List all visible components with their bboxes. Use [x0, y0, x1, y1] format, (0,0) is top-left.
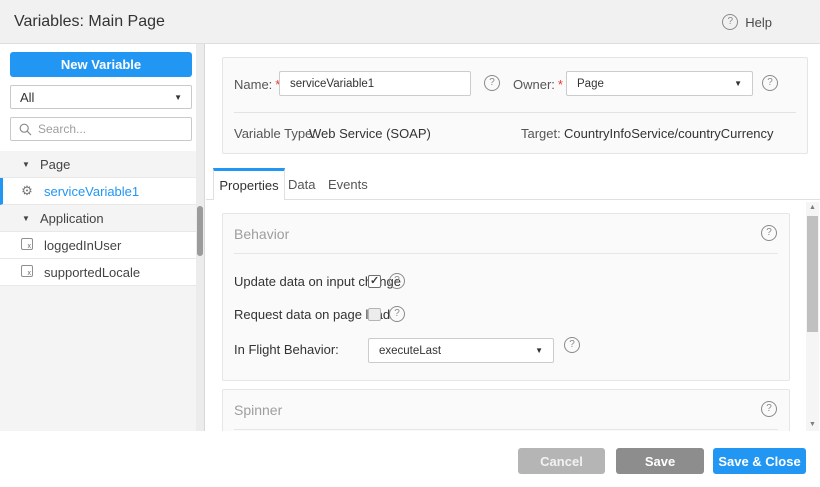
variable-type-value: Web Service (SOAP) — [309, 126, 431, 141]
variable-filter-value: All — [20, 90, 34, 105]
spinner-section-title: Spinner — [234, 402, 282, 418]
collapse-arrow-icon[interactable]: ▼ — [22, 214, 31, 223]
chevron-down-icon: ▼ — [174, 93, 182, 102]
tree-item-label: loggedInUser — [44, 238, 121, 253]
search-icon — [19, 123, 32, 136]
tree-item-label: serviceVariable1 — [44, 184, 139, 199]
properties-scroll-area: Behavior ? Update data on input change ?… — [206, 200, 820, 431]
tab-data[interactable]: Data — [288, 168, 315, 200]
target-value: CountryInfoService/countryCurrency — [564, 126, 774, 141]
required-asterisk: * — [558, 77, 563, 92]
content-scrollbar[interactable]: ▲ ▼ — [806, 202, 819, 431]
chevron-down-icon: ▼ — [734, 79, 742, 88]
dialog-header: Variables: Main Page ? Help — [0, 0, 820, 44]
scroll-down-arrow-icon[interactable]: ▼ — [806, 419, 819, 431]
static-variable-icon: x — [19, 238, 35, 253]
update-data-help-icon[interactable]: ? — [389, 273, 405, 289]
section-divider — [234, 429, 778, 430]
section-divider — [234, 253, 778, 254]
collapse-arrow-icon[interactable]: ▼ — [22, 160, 31, 169]
spinner-section: Spinner ? — [222, 389, 790, 431]
static-variable-icon: x — [19, 265, 35, 280]
in-flight-behavior-label: In Flight Behavior: — [234, 342, 339, 357]
sidebar-scrollbar-thumb[interactable] — [197, 206, 203, 256]
help-icon: ? — [722, 14, 738, 30]
variable-detail-panel: Name:* ? Owner:* Page ▼ ? Variable Type:… — [206, 44, 820, 431]
variables-dialog: Variables: Main Page ? Help New Variable… — [0, 0, 820, 487]
variable-type-label: Variable Type: — [234, 126, 316, 141]
web-service-gear-icon: ⚙ — [19, 184, 35, 199]
scroll-up-arrow-icon[interactable]: ▲ — [806, 202, 819, 214]
new-variable-button[interactable]: New Variable — [10, 52, 192, 77]
owner-help-icon[interactable]: ? — [762, 75, 778, 91]
save-and-close-button[interactable]: Save & Close — [713, 448, 806, 474]
name-label: Name:* — [234, 77, 280, 92]
variable-search[interactable] — [10, 117, 192, 141]
owner-select[interactable]: Page ▼ — [566, 71, 753, 96]
behavior-section-title: Behavior — [234, 226, 289, 242]
in-flight-behavior-help-icon[interactable]: ? — [564, 337, 580, 353]
owner-label: Owner:* — [513, 77, 563, 92]
chevron-down-icon: ▼ — [535, 346, 543, 355]
in-flight-behavior-value: executeLast — [379, 345, 441, 357]
tree-item-label: supportedLocale — [44, 265, 140, 280]
tree-group-label: Application — [40, 211, 104, 226]
tab-bar: Properties Data Events — [206, 168, 820, 200]
sidebar-scrollbar[interactable] — [196, 44, 205, 431]
search-input[interactable] — [38, 122, 178, 136]
spinner-help-icon[interactable]: ? — [761, 401, 777, 417]
behavior-help-icon[interactable]: ? — [761, 225, 777, 241]
owner-value: Page — [577, 78, 604, 90]
content-scrollbar-thumb[interactable] — [807, 216, 818, 332]
variables-tree: ▼ Page ⚙ serviceVariable1 ▼ Application … — [0, 151, 196, 431]
variables-sidebar: New Variable All ▼ ▼ Page ⚙ serviceVaria… — [0, 44, 196, 431]
request-data-checkbox[interactable] — [368, 308, 381, 321]
in-flight-behavior-select[interactable]: executeLast ▼ — [368, 338, 554, 363]
behavior-section: Behavior ? Update data on input change ?… — [222, 213, 790, 381]
cancel-button[interactable]: Cancel — [518, 448, 605, 474]
request-data-label: Request data on page load — [234, 307, 390, 322]
tree-item-servicevariable1[interactable]: ⚙ serviceVariable1 — [0, 178, 196, 205]
update-data-checkbox[interactable] — [368, 275, 381, 288]
tree-group-page[interactable]: ▼ Page — [0, 151, 196, 178]
tab-events[interactable]: Events — [328, 168, 368, 200]
name-input[interactable] — [279, 71, 471, 96]
page-title: Variables: Main Page — [14, 0, 165, 44]
tab-properties[interactable]: Properties — [213, 168, 285, 200]
variable-summary-panel: Name:* ? Owner:* Page ▼ ? Variable Type:… — [222, 57, 808, 154]
target-label: Target: — [521, 126, 561, 141]
dialog-footer: Cancel Save Save & Close — [0, 431, 820, 487]
help-link[interactable]: ? Help — [722, 14, 772, 30]
save-button[interactable]: Save — [616, 448, 704, 474]
name-help-icon[interactable]: ? — [484, 75, 500, 91]
help-label: Help — [745, 15, 772, 30]
panel-divider — [234, 112, 796, 113]
tree-item-supportedlocale[interactable]: x supportedLocale — [0, 259, 196, 286]
request-data-help-icon[interactable]: ? — [389, 306, 405, 322]
tree-item-loggedinuser[interactable]: x loggedInUser — [0, 232, 196, 259]
variable-filter-select[interactable]: All ▼ — [10, 85, 192, 109]
tree-group-application[interactable]: ▼ Application — [0, 205, 196, 232]
tree-group-label: Page — [40, 157, 70, 172]
